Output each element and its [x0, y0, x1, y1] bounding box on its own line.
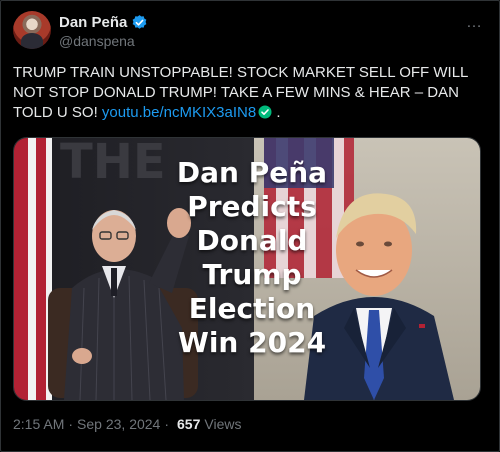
author-name-row: Dan Peña: [59, 12, 148, 32]
tweet-meta: 2:15 AM · Sep 23, 2024 · 657 Views: [13, 416, 241, 432]
avatar[interactable]: [13, 11, 51, 49]
meta-separator: ·: [68, 416, 74, 432]
more-options-icon[interactable]: …: [466, 15, 483, 31]
tweet-header: Dan Peña @danspena …: [13, 11, 489, 53]
views-label: Views: [204, 416, 242, 432]
tweet-date[interactable]: Sep 23, 2024: [77, 416, 160, 432]
flag-left: [14, 138, 52, 400]
background-letters: THE: [60, 138, 166, 190]
views-count: 657: [177, 416, 201, 432]
author-handle[interactable]: @danspena: [59, 33, 135, 49]
tweet-time[interactable]: 2:15 AM: [13, 416, 64, 432]
tweet-media-image[interactable]: THE Dan Peña Predicts Donald Trump Elect…: [13, 137, 481, 401]
verified-badge-icon: [131, 14, 148, 31]
tweet-text-tail: .: [272, 104, 281, 121]
tweet-card[interactable]: Dan Peña @danspena … TRUMP TRAIN UNSTOPP…: [0, 0, 500, 452]
meta-separator-2: ·: [164, 416, 170, 432]
link-check-icon: [258, 105, 272, 119]
author-display-name[interactable]: Dan Peña: [59, 14, 127, 31]
tweet-link[interactable]: youtu.be/ncMKIX3aIN8: [102, 104, 256, 121]
tweet-text: TRUMP TRAIN UNSTOPPABLE! STOCK MARKET SE…: [13, 63, 483, 123]
media-headline: Dan Peña Predicts Donald Trump Election …: [176, 156, 328, 359]
